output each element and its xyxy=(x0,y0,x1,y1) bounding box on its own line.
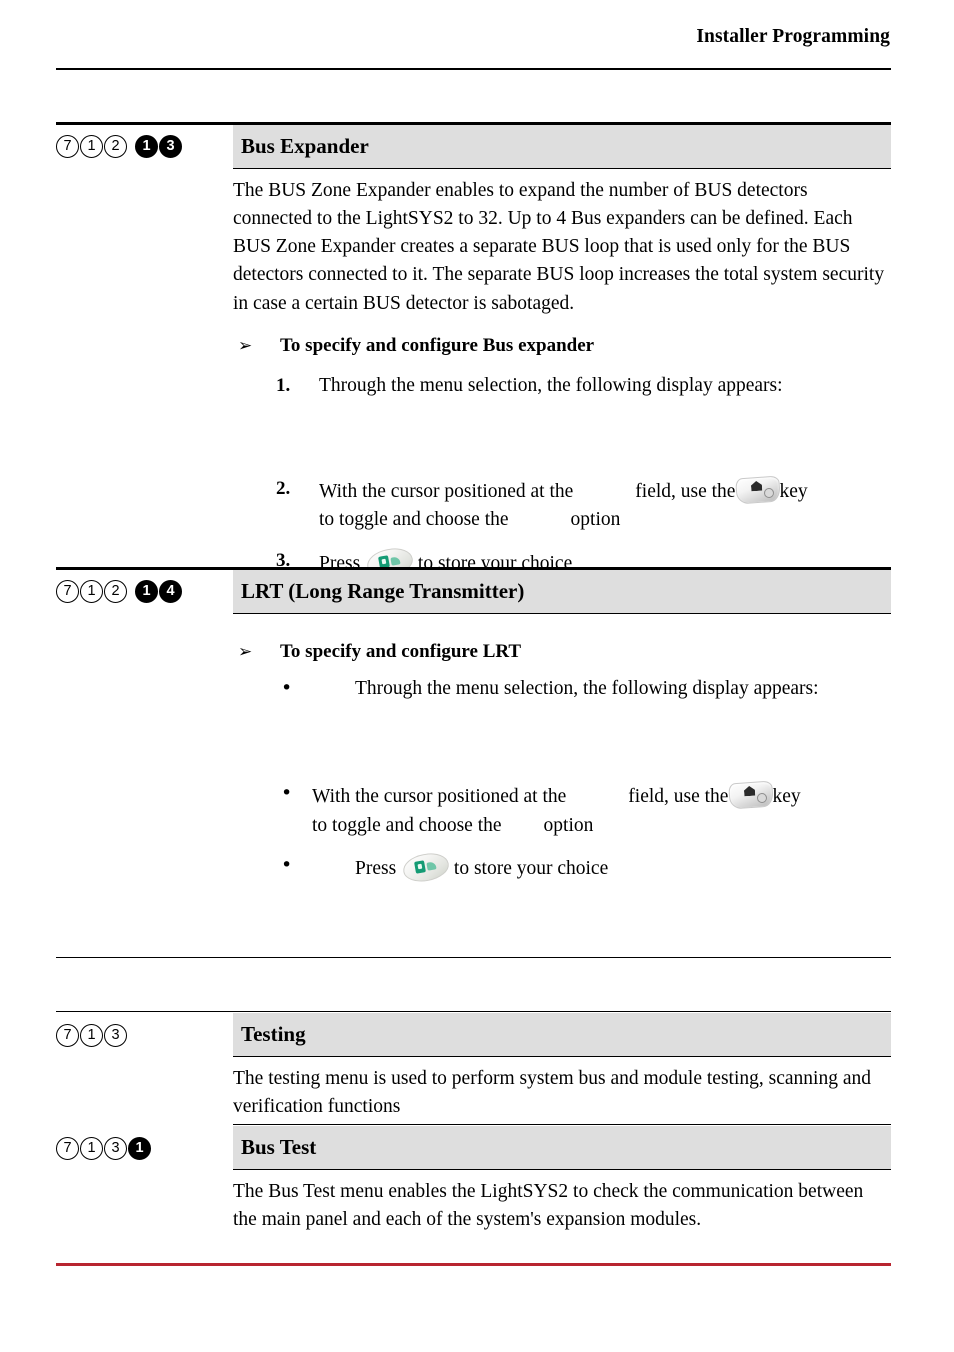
step-text-b: field, use the xyxy=(635,481,736,503)
keypad-toggle-key-icon xyxy=(735,475,782,505)
key-circle-7: 7 xyxy=(56,1137,79,1160)
procedure-title-text: To specify and configure Bus expander xyxy=(280,334,595,356)
step-text: Through the menu selection, the followin… xyxy=(355,677,819,699)
page-header: Installer Programming xyxy=(56,26,890,47)
key-sequence-group: 71214 xyxy=(56,580,183,603)
key-sequence-group: 7131 xyxy=(56,1137,152,1160)
key-circle-1: 1 xyxy=(80,1024,103,1047)
bus-test-body: Bus Test The Bus Test menu enables the L… xyxy=(233,1126,891,1234)
header-rule xyxy=(56,68,891,70)
arrow-bullet-icon: ➢ xyxy=(238,335,253,356)
bullet-icon: • xyxy=(281,782,293,805)
bus-expander-step-1: 1. Through the menu selection, the follo… xyxy=(233,372,891,400)
bus-expander-body: Bus Expander The BUS Zone Expander enabl… xyxy=(233,125,891,581)
arrow-bullet-icon: ➢ xyxy=(238,641,253,662)
procedure-title-text: To specify and configure LRT xyxy=(280,640,522,662)
lrt-heading-band: LRT (Long Range Transmitter) xyxy=(233,570,891,613)
step-text-e: option xyxy=(543,814,594,836)
testing-body: Testing The testing menu is used to perf… xyxy=(233,1013,891,1121)
key-sequence-group: 713 xyxy=(56,1024,128,1047)
lrt-step-2: • With the cursor positioned at the field… xyxy=(233,780,891,840)
step-marker: 1. xyxy=(276,374,291,396)
document-page: Installer Programming 71213 Bus Expander… xyxy=(0,0,954,1352)
bus-expander-procedure-title: ➢ To specify and configure Bus expander xyxy=(233,332,891,360)
bus-expander-title: Bus Expander xyxy=(241,134,369,158)
bus-test-key-sequence: 7131 xyxy=(56,1137,226,1160)
bus-expander-step-2: 2. With the cursor positioned at the fiel… xyxy=(233,475,891,533)
key-circle-7: 7 xyxy=(56,1024,79,1047)
key-circle-1: 1 xyxy=(80,580,103,603)
step-text: Through the menu selection, the followin… xyxy=(319,374,783,396)
key-circle-3: 3 xyxy=(104,1137,127,1160)
lrt-body: LRT (Long Range Transmitter) ➢ To specif… xyxy=(233,570,891,886)
key-circle-3: 3 xyxy=(104,1024,127,1047)
step-text-a: With the cursor positioned at the xyxy=(312,786,567,808)
key-circle-filled-3: 3 xyxy=(159,135,182,158)
testing-key-sequence: 713 xyxy=(56,1024,226,1047)
step-text-c: key xyxy=(772,786,801,808)
bus-test-heading-band: Bus Test xyxy=(233,1126,891,1169)
footer-rule xyxy=(56,1263,891,1266)
step-text-c: key xyxy=(779,481,808,503)
key-circle-filled-4: 4 xyxy=(159,580,182,603)
key-circle-filled-1: 1 xyxy=(135,135,158,158)
lrt-bottom-rule xyxy=(56,957,891,959)
page-header-title: Installer Programming xyxy=(696,26,890,47)
step-text-e: option xyxy=(570,508,621,530)
bus-test-title: Bus Test xyxy=(241,1135,317,1159)
lrt-step-1: • Through the menu selection, the follow… xyxy=(233,675,891,704)
lrt-title: LRT (Long Range Transmitter) xyxy=(241,579,525,603)
key-circle-filled-1: 1 xyxy=(135,580,158,603)
key-circle-1: 1 xyxy=(80,1137,103,1160)
key-circle-2: 2 xyxy=(104,135,127,158)
keypad-ok-key-icon xyxy=(401,850,452,886)
key-circle-7: 7 xyxy=(56,580,79,603)
key-sequence-group: 71213 xyxy=(56,135,183,158)
step-text-b: field, use the xyxy=(628,786,729,808)
step-marker: 2. xyxy=(276,478,291,500)
testing-paragraph: The testing menu is used to perform syst… xyxy=(233,1067,871,1118)
lrt-band-underline xyxy=(233,612,891,614)
bus-test-top-rule xyxy=(233,1124,891,1126)
keypad-toggle-key-icon xyxy=(728,780,775,810)
bus-expander-heading-band: Bus Expander xyxy=(233,125,891,168)
bullet-icon: • xyxy=(281,676,293,699)
key-circle-7: 7 xyxy=(56,135,79,158)
key-circle-1: 1 xyxy=(80,135,103,158)
step-text-b: to store your choice xyxy=(453,858,609,880)
lrt-step-3: • Press to store your choice xyxy=(233,850,891,886)
step-text-d: to toggle and choose the xyxy=(319,508,509,530)
bus-expander-key-sequence: 71213 xyxy=(56,135,226,158)
bus-expander-paragraph: The BUS Zone Expander enables to expand … xyxy=(233,179,885,314)
key-circle-filled-1: 1 xyxy=(128,1137,151,1160)
testing-top-rule xyxy=(56,1011,891,1013)
testing-title: Testing xyxy=(241,1022,306,1046)
step-text-d: to toggle and choose the xyxy=(312,814,502,836)
bus-test-paragraph: The Bus Test menu enables the LightSYS2 … xyxy=(233,1180,864,1231)
key-circle-2: 2 xyxy=(104,580,127,603)
step-text-a: Press xyxy=(355,858,397,880)
step-text-a: With the cursor positioned at the xyxy=(319,481,574,503)
lrt-procedure-title: ➢ To specify and configure LRT xyxy=(233,638,891,666)
testing-heading-band: Testing xyxy=(233,1013,891,1056)
bullet-icon: • xyxy=(281,854,293,877)
lrt-key-sequence: 71214 xyxy=(56,580,226,603)
